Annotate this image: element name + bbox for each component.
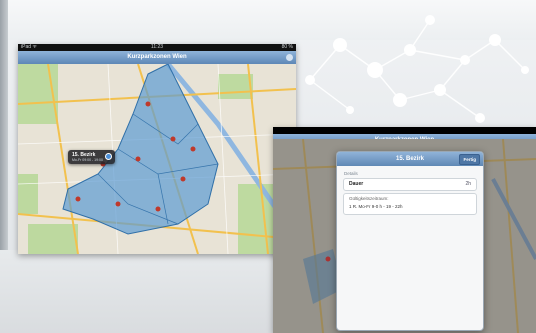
map-view[interactable]: [18, 64, 296, 254]
gear-icon[interactable]: [286, 54, 293, 61]
detail-value: 2h: [465, 181, 471, 187]
detail-row-duration: Dauer 2h: [343, 178, 477, 191]
navigation-bar: Kurzparkzonen Wien: [18, 51, 296, 64]
popover-header: 15. Bezirk Fertig: [337, 152, 483, 166]
tablet-map-screen: iPad ᯤ 11:23 80 % Kurzparkzonen Wien 15.…: [18, 44, 296, 254]
detail-value: 1 R. Mo-Fr 9-0 h - 19 - 22h: [349, 204, 403, 209]
district-callout[interactable]: 15. Bezirk Mo-Fr 09:00 - 19:00: [68, 150, 115, 164]
detail-row-validity: Gültigkeitszeitraum: 1 R. Mo-Fr 9-0 h - …: [343, 193, 477, 215]
tablet-details-screen: Kurzparkzonen Wien 15. Bezirk Fertig Det…: [273, 127, 536, 333]
done-button[interactable]: Fertig: [459, 154, 480, 165]
clock-label: 11:23: [150, 44, 164, 50]
detail-label: Gültigkeitszeitraum:: [349, 196, 389, 201]
district-details-popover: 15. Bezirk Fertig Details Dauer 2h Gülti…: [336, 151, 484, 331]
screenshot-stage: iPad ᯤ 11:23 80 % Kurzparkzonen Wien 15.…: [0, 0, 536, 333]
callout-subtitle: Mo-Fr 09:00 - 19:00: [72, 158, 103, 162]
detail-label: Dauer: [349, 181, 364, 187]
popover-title: 15. Bezirk: [395, 156, 425, 162]
status-bar: iPad ᯤ 11:23 80 %: [18, 44, 296, 51]
app-title: Kurzparkzonen Wien: [127, 54, 187, 60]
map-canvas[interactable]: [18, 64, 296, 254]
section-label: Details: [344, 171, 358, 176]
battery-label: 80 %: [281, 44, 293, 50]
info-icon[interactable]: [105, 153, 112, 160]
